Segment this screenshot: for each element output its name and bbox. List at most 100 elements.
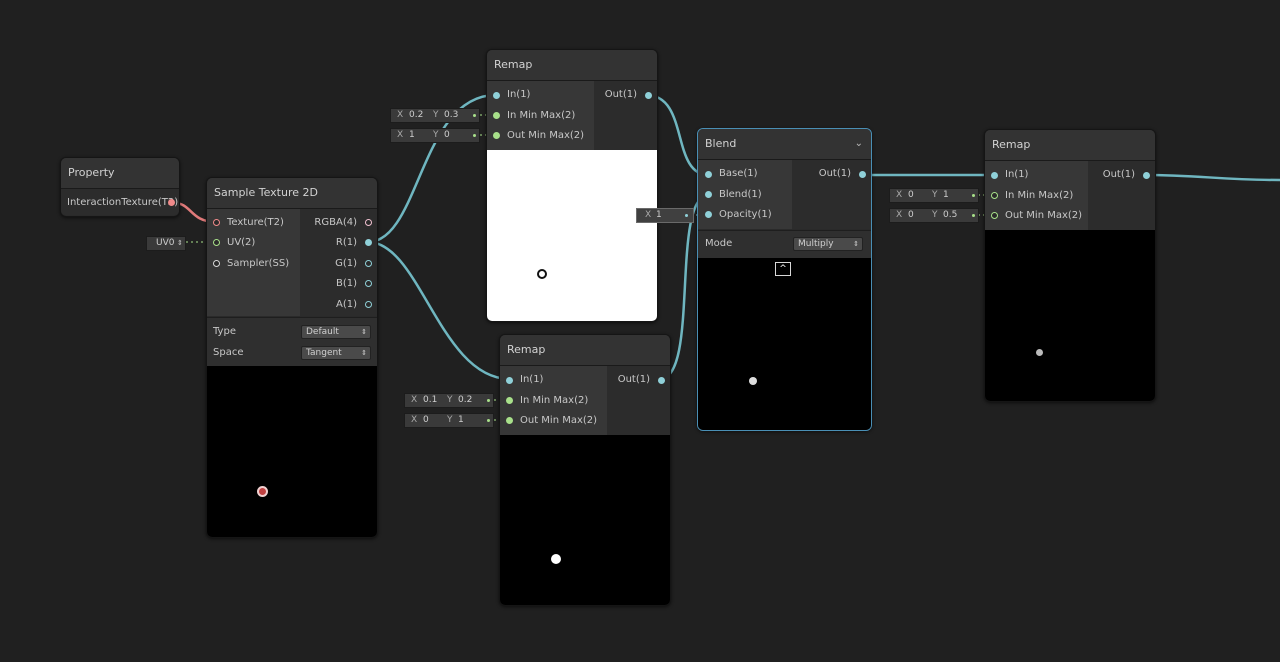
- type-label: Type: [213, 326, 236, 337]
- type-dropdown[interactable]: Default ⇕: [301, 325, 371, 339]
- remap-top-title: Remap: [487, 50, 657, 81]
- mode-dropdown[interactable]: Multiply ⇕: [793, 237, 863, 251]
- sampler-input-port[interactable]: [213, 260, 220, 267]
- remap-top-out-port[interactable]: [645, 92, 652, 99]
- x-label: X: [397, 110, 404, 120]
- mode-dropdown-value: Multiply: [798, 239, 834, 249]
- uv-input-box[interactable]: UV0 ⇕: [146, 236, 186, 251]
- y-label: Y: [932, 210, 938, 220]
- remap-bottom-in-label: In(1): [520, 374, 544, 385]
- blend-out-label: Out(1): [818, 168, 851, 179]
- rgba-output-port[interactable]: [365, 219, 372, 226]
- blend-out-port[interactable]: [859, 171, 866, 178]
- remap-right-node[interactable]: Remap In(1) In Min Max(2) Out Min Max(2)…: [984, 129, 1156, 402]
- remap-right-out-min-max-box[interactable]: X 0 Y 0.5: [889, 208, 979, 223]
- remap-right-title: Remap: [985, 130, 1155, 161]
- r-output-label: R(1): [335, 237, 357, 248]
- mode-label: Mode: [705, 238, 733, 249]
- property-node[interactable]: Property InteractionTexture(T2): [60, 157, 180, 217]
- remap-bottom-in-min-max-port[interactable]: [506, 397, 513, 404]
- sample-texture-preview: [207, 366, 377, 537]
- a-output-port[interactable]: [365, 301, 372, 308]
- y-value: 1: [458, 415, 464, 425]
- remap-top-in-min-max-box[interactable]: X 0.2 Y 0.3: [390, 108, 480, 123]
- x-label: X: [411, 395, 418, 405]
- remap-top-in-port[interactable]: [493, 92, 500, 99]
- y-label: Y: [433, 110, 439, 120]
- remap-top-out-min-max-box[interactable]: X 1 Y 0: [390, 128, 480, 143]
- y-value: 0: [444, 130, 450, 140]
- x-label: X: [896, 190, 903, 200]
- remap-bottom-in-min-max-box[interactable]: X 0.1 Y 0.2: [404, 393, 494, 408]
- remap-right-preview: [985, 230, 1155, 401]
- remap-top-node[interactable]: Remap In(1) In Min Max(2) Out Min Max(2)…: [486, 49, 658, 322]
- remap-top-in-label: In(1): [507, 89, 531, 100]
- blend-base-port[interactable]: [705, 171, 712, 178]
- r-output-port[interactable]: [365, 239, 372, 246]
- x-value: 0: [908, 190, 914, 200]
- b-output-port[interactable]: [365, 280, 372, 287]
- texture-input-label: Texture(T2): [227, 217, 284, 228]
- remap-right-out-port[interactable]: [1143, 172, 1150, 179]
- remap-bottom-preview: [500, 435, 670, 605]
- collapse-preview-button[interactable]: ^: [775, 262, 791, 276]
- wire-remap-right-out: [1143, 173, 1280, 182]
- g-output-port[interactable]: [365, 260, 372, 267]
- space-dropdown-value: Tangent: [306, 348, 342, 358]
- y-label: Y: [447, 395, 453, 405]
- remap-top-out-min-max-port[interactable]: [493, 132, 500, 139]
- y-label: Y: [433, 130, 439, 140]
- preview-spot: [551, 554, 561, 564]
- blend-opacity-box[interactable]: X 1: [636, 208, 694, 223]
- remap-top-in-min-max-label: In Min Max(2): [507, 110, 576, 121]
- remap-bottom-title: Remap: [500, 335, 670, 366]
- blend-opacity-label: Opacity(1): [719, 209, 772, 220]
- remap-right-in-min-max-port[interactable]: [991, 192, 998, 199]
- remap-bottom-out-min-max-port[interactable]: [506, 417, 513, 424]
- space-dropdown-arrow-icon: ⇕: [361, 349, 367, 357]
- sample-texture-2d-node[interactable]: Sample Texture 2D Texture(T2) UV(2) Samp…: [206, 177, 378, 538]
- preview-spot: [749, 377, 757, 385]
- space-label: Space: [213, 347, 244, 358]
- preview-spot: [1036, 349, 1043, 356]
- blend-preview: ^: [698, 258, 871, 430]
- remap-bottom-in-port[interactable]: [506, 377, 513, 384]
- blend-blend-port[interactable]: [705, 191, 712, 198]
- connector-dot: [487, 399, 490, 402]
- x-value: 1: [409, 130, 415, 140]
- y-value: 0.3: [444, 110, 459, 120]
- x-label: X: [645, 210, 652, 220]
- blend-blend-label: Blend(1): [719, 189, 762, 200]
- x-label: X: [397, 130, 404, 140]
- remap-bottom-out-port[interactable]: [658, 377, 665, 384]
- y-label: Y: [932, 190, 938, 200]
- texture-input-port[interactable]: [213, 219, 220, 226]
- remap-top-in-min-max-port[interactable]: [493, 112, 500, 119]
- preview-ring: [537, 269, 547, 279]
- remap-right-in-min-max-box[interactable]: X 0 Y 1: [889, 188, 979, 203]
- property-node-title: Property: [61, 158, 179, 189]
- type-dropdown-arrow-icon: ⇕: [361, 328, 367, 336]
- remap-right-in-min-max-label: In Min Max(2): [1005, 190, 1074, 201]
- blend-base-label: Base(1): [719, 168, 758, 179]
- space-dropdown[interactable]: Tangent ⇕: [301, 346, 371, 360]
- y-value: 1: [943, 190, 949, 200]
- chevron-down-icon[interactable]: ⌄: [855, 138, 863, 149]
- sample-texture-title: Sample Texture 2D: [207, 178, 377, 209]
- property-output-label: InteractionTexture(T2): [67, 197, 179, 208]
- uv-input-port[interactable]: [213, 239, 220, 246]
- remap-right-out-min-max-port[interactable]: [991, 212, 998, 219]
- remap-bottom-node[interactable]: Remap In(1) In Min Max(2) Out Min Max(2)…: [499, 334, 671, 606]
- blend-title: Blend: [698, 129, 871, 160]
- b-output-label: B(1): [335, 278, 357, 289]
- remap-bottom-in-min-max-label: In Min Max(2): [520, 395, 589, 406]
- remap-right-in-port[interactable]: [991, 172, 998, 179]
- uv-input-label: UV(2): [227, 237, 256, 248]
- property-output-port[interactable]: [168, 199, 175, 206]
- x-value: 1: [656, 210, 662, 220]
- rgba-output-label: RGBA(4): [314, 217, 357, 228]
- connector-dot: [685, 214, 688, 217]
- blend-opacity-port[interactable]: [705, 211, 712, 218]
- remap-bottom-out-min-max-box[interactable]: X 0 Y 1: [404, 413, 494, 428]
- blend-node[interactable]: Blend ⌄ Base(1) Blend(1) Opacity(1) Out(…: [697, 128, 872, 431]
